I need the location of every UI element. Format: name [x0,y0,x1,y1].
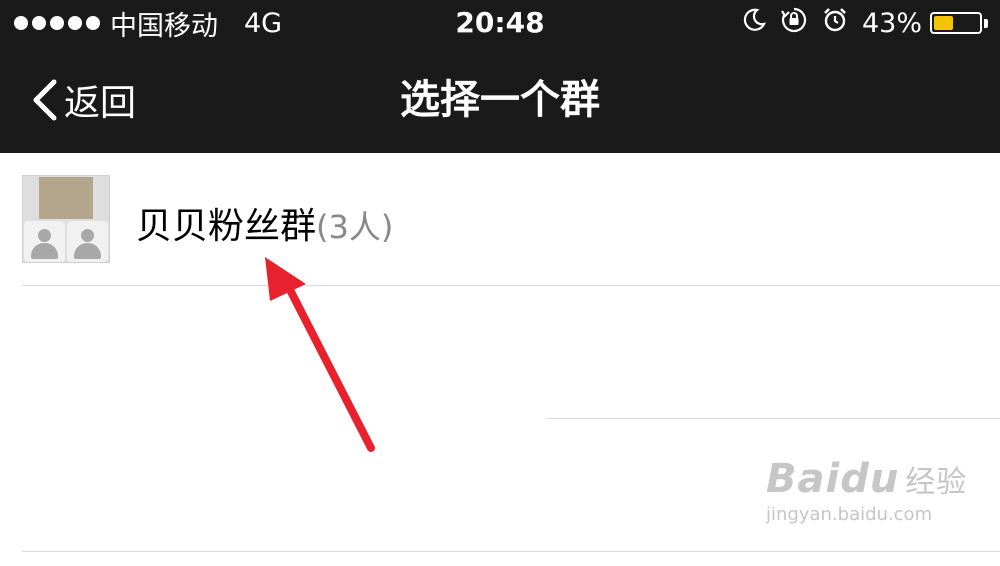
red-arrow-annotation [265,257,375,452]
